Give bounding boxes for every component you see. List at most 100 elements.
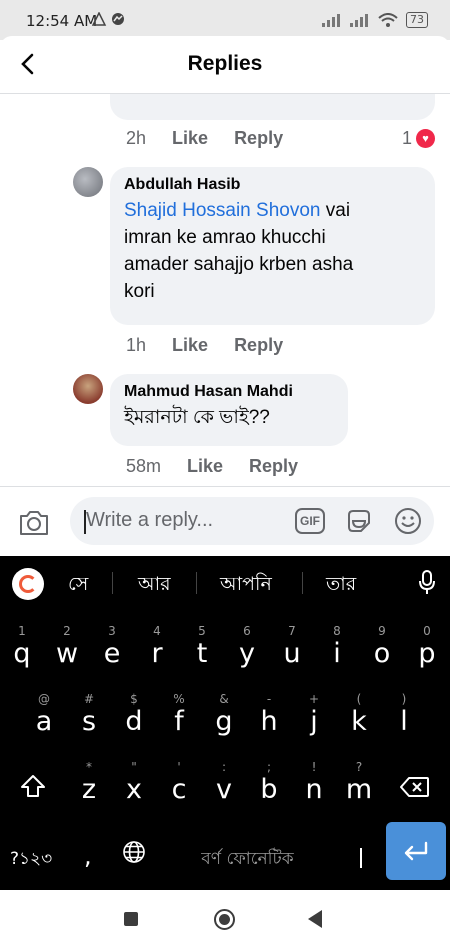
language-button[interactable]: [122, 840, 146, 868]
suggestion-bar: সে আর আপনি তার: [0, 556, 450, 610]
comment-text-part: vai: [320, 200, 351, 221]
reply-input[interactable]: Write a reply... GIF: [70, 497, 434, 545]
comment-actions: 58m Like Reply: [126, 456, 298, 477]
avatar[interactable]: [73, 374, 103, 404]
enter-icon: [404, 841, 428, 861]
divider: [112, 572, 113, 594]
key-g[interactable]: & g: [202, 688, 246, 744]
suggestion[interactable]: সে: [68, 570, 88, 602]
suggestion[interactable]: তার: [326, 570, 356, 602]
key-f[interactable]: % f: [157, 688, 201, 744]
space-key[interactable]: বর্ণ ফোনেটিক: [165, 846, 330, 874]
microphone-icon: [419, 570, 435, 594]
suggestion[interactable]: আপনি: [220, 570, 272, 602]
cursor-key[interactable]: [360, 848, 362, 868]
emoji-button[interactable]: [394, 507, 422, 539]
key-k[interactable]: (k: [337, 688, 381, 744]
key-j[interactable]: + j: [292, 688, 336, 744]
comment-time: 1h: [126, 335, 147, 355]
heart-icon: ♥: [416, 129, 435, 148]
key-o[interactable]: 9o: [360, 620, 404, 676]
key-p[interactable]: 0p: [405, 620, 449, 676]
sticker-icon: [348, 510, 370, 532]
keyboard: সে আর আপনি তার 1q 2w 3e 4r 5t 6y 7u 8i 9…: [0, 556, 450, 890]
backspace-key[interactable]: [400, 776, 430, 802]
mic-button[interactable]: [418, 570, 436, 600]
divider: [196, 572, 197, 594]
battery-indicator: 73: [406, 12, 428, 28]
key-t[interactable]: 5t: [180, 620, 224, 676]
emoji-icon: [395, 508, 421, 534]
status-icons: 73: [322, 12, 428, 28]
like-button[interactable]: Like: [172, 335, 208, 356]
comment-actions: 1h Like Reply: [126, 335, 283, 356]
page-title: Replies: [187, 52, 263, 75]
comma-key[interactable]: ,: [84, 842, 92, 870]
key-b[interactable]: ; b: [247, 756, 291, 812]
key-n[interactable]: ! n: [292, 756, 336, 812]
recents-button[interactable]: [124, 912, 138, 926]
shift-icon: [21, 775, 45, 797]
signal-icon-2: [350, 14, 368, 27]
app-header: Replies: [0, 36, 450, 94]
signal-icon: [322, 14, 340, 27]
nav-back-button[interactable]: [308, 910, 322, 928]
key-z[interactable]: * z: [67, 756, 111, 812]
comment-text-part: imran ke amrao khucchi: [124, 227, 326, 248]
camera-icon: [20, 511, 48, 535]
globe-icon: [123, 841, 145, 863]
reply-button[interactable]: Reply: [234, 128, 283, 149]
key-x[interactable]: " x: [112, 756, 156, 812]
comment-bubble[interactable]: বারবার জাজাকাল্লাহ!: [110, 94, 435, 120]
keyboard-logo-icon[interactable]: [12, 568, 44, 600]
reaction-count: 1: [401, 128, 412, 148]
sticker-button[interactable]: [345, 507, 373, 539]
like-button[interactable]: Like: [187, 456, 223, 477]
suggestion[interactable]: আর: [138, 570, 171, 602]
comment-text-part: amader sahajjo krben asha: [124, 254, 354, 275]
key-l[interactable]: ) l: [382, 688, 426, 744]
mention-link[interactable]: Shajid Hossain Shovon: [124, 200, 320, 221]
key-q[interactable]: 1q: [0, 620, 44, 676]
status-time: 12:54 AM: [26, 12, 98, 30]
avatar[interactable]: [73, 167, 103, 197]
comment-text: ইমরানটা কে ভাই??: [124, 407, 270, 428]
key-w[interactable]: 2w: [45, 620, 89, 676]
reaction-summary[interactable]: 1 ♥: [402, 128, 435, 149]
reply-bar: Write a reply... GIF: [0, 486, 450, 556]
comment-text-part: kori: [124, 281, 155, 302]
key-a[interactable]: @ a: [22, 688, 66, 744]
key-m[interactable]: ? m: [337, 756, 381, 812]
like-button[interactable]: Like: [172, 128, 208, 149]
divider: [302, 572, 303, 594]
key-u[interactable]: 7u: [270, 620, 314, 676]
comment-actions: 2h Like Reply: [126, 128, 283, 149]
key-h[interactable]: -h: [247, 688, 291, 744]
gif-button[interactable]: GIF: [295, 508, 325, 534]
notification-icons: [91, 11, 126, 30]
reply-button[interactable]: Reply: [234, 335, 283, 356]
key-v[interactable]: :v: [202, 756, 246, 812]
comment-bubble[interactable]: Abdullah Hasib Shajid Hossain Shovon vai…: [110, 167, 435, 325]
status-bar: 12:54 AM 73: [0, 0, 450, 40]
comment-list[interactable]: বারবার জাজাকাল্লাহ! 2h Like Reply 1 ♥ Ab…: [0, 94, 450, 486]
comment-bubble[interactable]: Mahmud Hasan Mahdi ইমরানটা কে ভাই??: [110, 374, 348, 446]
enter-key[interactable]: [386, 822, 446, 880]
camera-button[interactable]: [18, 509, 50, 541]
reply-button[interactable]: Reply: [249, 456, 298, 477]
symbols-key[interactable]: ?১২৩: [10, 846, 52, 874]
comment-author[interactable]: Mahmud Hasan Mahdi: [124, 383, 334, 401]
key-r[interactable]: 4r: [135, 620, 179, 676]
warning-icon: [91, 11, 124, 26]
reply-placeholder: Write a reply...: [86, 509, 214, 531]
key-e[interactable]: 3e: [90, 620, 134, 676]
comment-time: 2h: [126, 128, 147, 148]
key-c[interactable]: ' c: [157, 756, 201, 812]
key-y[interactable]: 6y: [225, 620, 269, 676]
comment-author[interactable]: Abdullah Hasib: [124, 176, 421, 194]
shift-key[interactable]: [20, 774, 46, 802]
key-i[interactable]: 8i: [315, 620, 359, 676]
key-d[interactable]: $ d: [112, 688, 156, 744]
key-s[interactable]: # s: [67, 688, 111, 744]
home-button[interactable]: [214, 909, 235, 930]
